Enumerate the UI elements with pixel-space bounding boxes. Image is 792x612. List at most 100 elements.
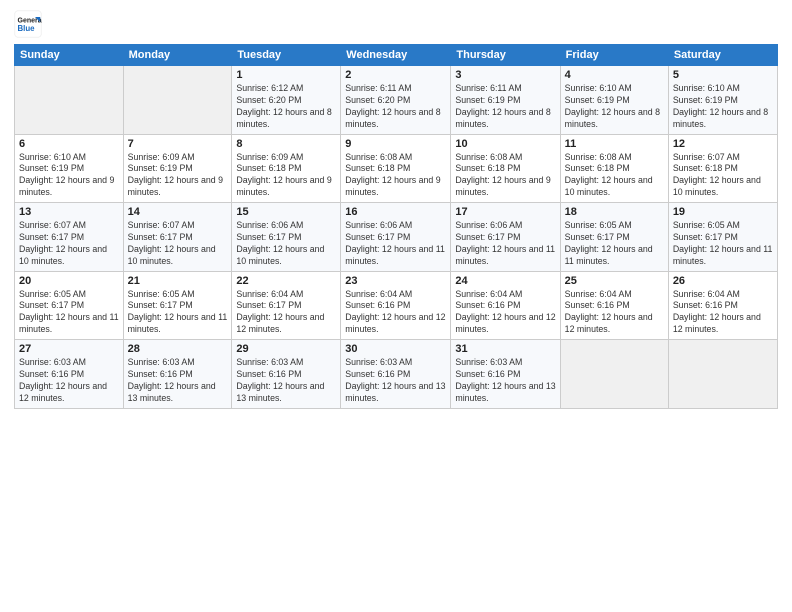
day-info: Sunrise: 6:08 AM Sunset: 6:18 PM Dayligh… [345, 152, 446, 200]
day-info: Sunrise: 6:07 AM Sunset: 6:17 PM Dayligh… [128, 220, 228, 268]
day-cell: 4 Sunrise: 6:10 AM Sunset: 6:19 PM Daylig… [560, 66, 668, 135]
day-info: Sunrise: 6:03 AM Sunset: 6:16 PM Dayligh… [345, 357, 446, 405]
day-number: 2 [345, 69, 446, 81]
col-header-tuesday: Tuesday [232, 45, 341, 66]
day-number: 7 [128, 138, 228, 150]
svg-text:Blue: Blue [18, 24, 36, 33]
day-number: 23 [345, 275, 446, 287]
day-info: Sunrise: 6:04 AM Sunset: 6:16 PM Dayligh… [565, 289, 664, 337]
week-row-1: 1 Sunrise: 6:12 AM Sunset: 6:20 PM Daylig… [15, 66, 778, 135]
day-info: Sunrise: 6:10 AM Sunset: 6:19 PM Dayligh… [19, 152, 119, 200]
col-header-sunday: Sunday [15, 45, 124, 66]
day-cell [560, 340, 668, 409]
day-number: 17 [455, 206, 555, 218]
day-cell: 20 Sunrise: 6:05 AM Sunset: 6:17 PM Dayli… [15, 271, 124, 340]
day-number: 20 [19, 275, 119, 287]
day-number: 16 [345, 206, 446, 218]
day-number: 26 [673, 275, 773, 287]
day-cell: 5 Sunrise: 6:10 AM Sunset: 6:19 PM Daylig… [668, 66, 777, 135]
calendar-table: SundayMondayTuesdayWednesdayThursdayFrid… [14, 44, 778, 409]
day-cell: 23 Sunrise: 6:04 AM Sunset: 6:16 PM Dayli… [341, 271, 451, 340]
logo-icon: General Blue [14, 10, 42, 38]
col-header-friday: Friday [560, 45, 668, 66]
day-info: Sunrise: 6:05 AM Sunset: 6:17 PM Dayligh… [673, 220, 773, 268]
day-number: 12 [673, 138, 773, 150]
day-info: Sunrise: 6:04 AM Sunset: 6:17 PM Dayligh… [236, 289, 336, 337]
day-number: 25 [565, 275, 664, 287]
page-header: General Blue [14, 10, 778, 38]
day-info: Sunrise: 6:09 AM Sunset: 6:19 PM Dayligh… [128, 152, 228, 200]
day-number: 28 [128, 343, 228, 355]
day-number: 1 [236, 69, 336, 81]
day-cell: 17 Sunrise: 6:06 AM Sunset: 6:17 PM Dayli… [451, 203, 560, 272]
day-info: Sunrise: 6:03 AM Sunset: 6:16 PM Dayligh… [19, 357, 119, 405]
day-info: Sunrise: 6:11 AM Sunset: 6:20 PM Dayligh… [345, 83, 446, 131]
day-info: Sunrise: 6:09 AM Sunset: 6:18 PM Dayligh… [236, 152, 336, 200]
col-header-saturday: Saturday [668, 45, 777, 66]
day-info: Sunrise: 6:08 AM Sunset: 6:18 PM Dayligh… [565, 152, 664, 200]
day-number: 27 [19, 343, 119, 355]
day-cell: 15 Sunrise: 6:06 AM Sunset: 6:17 PM Dayli… [232, 203, 341, 272]
day-info: Sunrise: 6:06 AM Sunset: 6:17 PM Dayligh… [236, 220, 336, 268]
day-cell [15, 66, 124, 135]
day-info: Sunrise: 6:03 AM Sunset: 6:16 PM Dayligh… [128, 357, 228, 405]
day-cell: 10 Sunrise: 6:08 AM Sunset: 6:18 PM Dayli… [451, 134, 560, 203]
week-row-5: 27 Sunrise: 6:03 AM Sunset: 6:16 PM Dayli… [15, 340, 778, 409]
day-info: Sunrise: 6:08 AM Sunset: 6:18 PM Dayligh… [455, 152, 555, 200]
day-info: Sunrise: 6:11 AM Sunset: 6:19 PM Dayligh… [455, 83, 555, 131]
day-info: Sunrise: 6:05 AM Sunset: 6:17 PM Dayligh… [19, 289, 119, 337]
day-number: 21 [128, 275, 228, 287]
day-number: 10 [455, 138, 555, 150]
day-cell: 3Sunrise: 6:11 AM Sunset: 6:19 PM Daylig… [451, 66, 560, 135]
day-cell: 31 Sunrise: 6:03 AM Sunset: 6:16 PM Dayli… [451, 340, 560, 409]
day-info: Sunrise: 6:10 AM Sunset: 6:19 PM Dayligh… [673, 83, 773, 131]
day-cell: 13 Sunrise: 6:07 AM Sunset: 6:17 PM Dayli… [15, 203, 124, 272]
logo: General Blue [14, 10, 42, 38]
day-cell: 2 Sunrise: 6:11 AM Sunset: 6:20 PM Daylig… [341, 66, 451, 135]
day-number: 24 [455, 275, 555, 287]
day-info: Sunrise: 6:05 AM Sunset: 6:17 PM Dayligh… [565, 220, 664, 268]
day-number: 22 [236, 275, 336, 287]
day-info: Sunrise: 6:12 AM Sunset: 6:20 PM Dayligh… [236, 83, 336, 131]
col-header-thursday: Thursday [451, 45, 560, 66]
col-header-wednesday: Wednesday [341, 45, 451, 66]
day-cell: 8Sunrise: 6:09 AM Sunset: 6:18 PM Daylig… [232, 134, 341, 203]
day-info: Sunrise: 6:04 AM Sunset: 6:16 PM Dayligh… [455, 289, 555, 337]
day-info: Sunrise: 6:10 AM Sunset: 6:19 PM Dayligh… [565, 83, 664, 131]
day-number: 31 [455, 343, 555, 355]
day-info: Sunrise: 6:07 AM Sunset: 6:18 PM Dayligh… [673, 152, 773, 200]
day-number: 5 [673, 69, 773, 81]
day-number: 18 [565, 206, 664, 218]
day-cell: 24 Sunrise: 6:04 AM Sunset: 6:16 PM Dayli… [451, 271, 560, 340]
day-number: 6 [19, 138, 119, 150]
day-cell: 27 Sunrise: 6:03 AM Sunset: 6:16 PM Dayli… [15, 340, 124, 409]
day-cell: 22 Sunrise: 6:04 AM Sunset: 6:17 PM Dayli… [232, 271, 341, 340]
day-info: Sunrise: 6:07 AM Sunset: 6:17 PM Dayligh… [19, 220, 119, 268]
week-row-3: 13 Sunrise: 6:07 AM Sunset: 6:17 PM Dayli… [15, 203, 778, 272]
day-cell: 1 Sunrise: 6:12 AM Sunset: 6:20 PM Daylig… [232, 66, 341, 135]
day-info: Sunrise: 6:06 AM Sunset: 6:17 PM Dayligh… [345, 220, 446, 268]
day-cell: 30Sunrise: 6:03 AM Sunset: 6:16 PM Dayli… [341, 340, 451, 409]
day-info: Sunrise: 6:04 AM Sunset: 6:16 PM Dayligh… [345, 289, 446, 337]
day-number: 15 [236, 206, 336, 218]
col-header-monday: Monday [123, 45, 232, 66]
day-cell: 29 Sunrise: 6:03 AM Sunset: 6:16 PM Dayli… [232, 340, 341, 409]
day-info: Sunrise: 6:03 AM Sunset: 6:16 PM Dayligh… [236, 357, 336, 405]
day-cell: 14Sunrise: 6:07 AM Sunset: 6:17 PM Dayli… [123, 203, 232, 272]
day-cell: 12 Sunrise: 6:07 AM Sunset: 6:18 PM Dayli… [668, 134, 777, 203]
day-number: 13 [19, 206, 119, 218]
day-cell: 16 Sunrise: 6:06 AM Sunset: 6:17 PM Dayli… [341, 203, 451, 272]
day-cell: 7 Sunrise: 6:09 AM Sunset: 6:19 PM Daylig… [123, 134, 232, 203]
day-cell: 18 Sunrise: 6:05 AM Sunset: 6:17 PM Dayli… [560, 203, 668, 272]
day-number: 4 [565, 69, 664, 81]
day-cell [123, 66, 232, 135]
day-cell: 19Sunrise: 6:05 AM Sunset: 6:17 PM Dayli… [668, 203, 777, 272]
day-info: Sunrise: 6:03 AM Sunset: 6:16 PM Dayligh… [455, 357, 555, 405]
week-row-2: 6 Sunrise: 6:10 AM Sunset: 6:19 PM Daylig… [15, 134, 778, 203]
day-info: Sunrise: 6:06 AM Sunset: 6:17 PM Dayligh… [455, 220, 555, 268]
day-number: 29 [236, 343, 336, 355]
day-cell: 26Sunrise: 6:04 AM Sunset: 6:16 PM Dayli… [668, 271, 777, 340]
day-cell: 28 Sunrise: 6:03 AM Sunset: 6:16 PM Dayli… [123, 340, 232, 409]
day-number: 9 [345, 138, 446, 150]
day-cell: 6 Sunrise: 6:10 AM Sunset: 6:19 PM Daylig… [15, 134, 124, 203]
